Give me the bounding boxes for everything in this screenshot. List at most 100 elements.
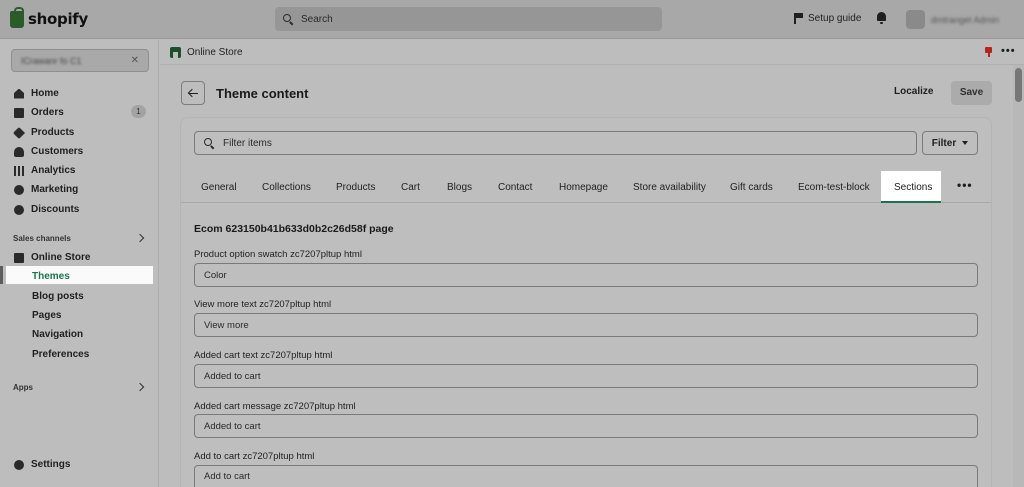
sidebar-item-orders[interactable]: Orders xyxy=(14,107,64,118)
tab-ecom-test-block[interactable]: Ecom-test-block xyxy=(798,182,870,193)
search-icon xyxy=(204,137,215,149)
sidebar-item-label: Analytics xyxy=(31,165,76,176)
field-input[interactable] xyxy=(204,319,964,331)
tab-products[interactable]: Products xyxy=(336,182,375,193)
store-selector[interactable]: ICrawanr fo C1 ✕ xyxy=(11,49,149,72)
sidebar-item-label: Online Store xyxy=(31,252,91,263)
search-icon xyxy=(283,13,294,25)
sidebar-item-analytics[interactable]: Analytics xyxy=(14,165,75,176)
setup-guide-button[interactable]: Setup guide xyxy=(794,13,861,24)
text-field[interactable] xyxy=(194,263,978,287)
sidebar-subitem-themes[interactable]: Themes xyxy=(32,271,70,282)
top-bar: shopify Setup guide dmtranget Admin xyxy=(0,0,1024,39)
tab-blogs[interactable]: Blogs xyxy=(447,182,472,193)
tab-store-availability[interactable]: Store availability xyxy=(633,182,706,193)
field-label: View more text zc7207pltup html xyxy=(194,299,332,310)
field-label: Added cart text zc7207pltup html xyxy=(194,350,333,361)
sidebar-item-label: Products xyxy=(31,127,75,138)
field-label: Add to cart zc7207pltup html xyxy=(194,451,315,462)
pin-icon[interactable] xyxy=(985,47,992,57)
breadcrumb-label[interactable]: Online Store xyxy=(187,47,243,58)
sidebar-item-settings[interactable]: Settings xyxy=(14,459,70,470)
store-name: ICrawanr fo C1 xyxy=(21,55,82,66)
scrollbar-thumb[interactable] xyxy=(1015,68,1022,102)
sidebar-item-home[interactable]: Home xyxy=(14,88,59,99)
filter-items-field[interactable] xyxy=(194,131,917,155)
shopify-bag-icon xyxy=(10,6,24,28)
global-search[interactable] xyxy=(275,7,662,31)
tab-sections[interactable]: Sections xyxy=(894,182,932,193)
save-button[interactable]: Save xyxy=(951,81,992,105)
avatar xyxy=(906,10,925,29)
active-indicator xyxy=(0,266,3,284)
filter-button-label: Filter xyxy=(931,137,957,149)
tab-active-indicator xyxy=(881,201,941,203)
tab-gift-cards[interactable]: Gift cards xyxy=(730,182,773,193)
tab-homepage[interactable]: Homepage xyxy=(559,182,608,193)
sidebar-subitem-blog-posts[interactable]: Blog posts xyxy=(32,291,84,302)
localize-button[interactable]: Localize xyxy=(894,86,933,97)
text-field[interactable] xyxy=(194,414,978,438)
sidebar-subitem-preferences[interactable]: Preferences xyxy=(32,349,89,360)
online-store-icon xyxy=(170,46,181,58)
discount-icon xyxy=(14,204,24,215)
tab-collections[interactable]: Collections xyxy=(262,182,311,193)
tab-general[interactable]: General xyxy=(201,182,237,193)
sidebar-item-customers[interactable]: Customers xyxy=(14,146,83,157)
field-input[interactable] xyxy=(204,370,964,382)
more-tabs-button[interactable]: ••• xyxy=(957,178,973,192)
logo-text: shopify xyxy=(28,10,88,28)
breadcrumb: Online Store xyxy=(160,40,1024,65)
search-input[interactable] xyxy=(301,13,641,25)
scrollbar-track[interactable] xyxy=(1013,65,1024,487)
sidebar-item-label: Home xyxy=(31,88,59,99)
sidebar-item-online-store[interactable]: Online Store xyxy=(14,252,90,263)
apps-heading: Apps xyxy=(13,383,33,392)
text-field[interactable] xyxy=(194,364,978,388)
sidebar-subitem-navigation[interactable]: Navigation xyxy=(32,329,83,340)
filter-button[interactable]: Filter xyxy=(922,131,978,155)
store-icon xyxy=(14,252,24,263)
target-icon xyxy=(14,184,24,195)
sidebar-item-marketing[interactable]: Marketing xyxy=(14,184,78,195)
text-field[interactable] xyxy=(194,313,978,337)
sidebar-subitem-themes-bg xyxy=(6,266,153,284)
text-field[interactable] xyxy=(194,465,978,487)
back-button[interactable] xyxy=(181,81,205,105)
sidebar-item-discounts[interactable]: Discounts xyxy=(14,204,79,215)
sidebar-item-label: Orders xyxy=(31,107,64,118)
shopify-logo[interactable]: shopify xyxy=(10,6,88,28)
gear-icon xyxy=(14,459,24,470)
home-icon xyxy=(14,88,24,99)
orders-count-badge: 1 xyxy=(131,105,146,118)
field-input[interactable] xyxy=(204,269,964,281)
page-title: Theme content xyxy=(216,86,309,101)
sidebar-item-label: Marketing xyxy=(31,184,79,195)
bar-chart-icon xyxy=(14,165,24,176)
section-title: Ecom 623150b41b633d0b2c26d58f page xyxy=(194,223,394,235)
user-name: dmtranget Admin xyxy=(931,14,1000,25)
more-actions-button[interactable]: ••• xyxy=(1001,45,1016,57)
orders-icon xyxy=(14,107,24,118)
tab-contact[interactable]: Contact xyxy=(498,182,532,193)
field-input[interactable] xyxy=(204,420,964,432)
caret-down-icon xyxy=(962,141,969,145)
person-icon xyxy=(14,146,24,157)
sidebar-item-label: Discounts xyxy=(31,204,80,215)
filter-items-input[interactable] xyxy=(223,137,903,149)
field-input[interactable] xyxy=(204,471,964,482)
sidebar-subitem-pages[interactable]: Pages xyxy=(32,310,61,321)
sidebar-item-products[interactable]: Products xyxy=(12,126,75,139)
close-icon[interactable]: ✕ xyxy=(131,55,139,66)
field-label: Product option swatch zc7207pltup html xyxy=(194,249,362,260)
tag-icon xyxy=(12,126,26,139)
tab-cart[interactable]: Cart xyxy=(401,182,420,193)
field-label: Added cart message zc7207pltup html xyxy=(194,401,356,412)
sidebar-item-label: Settings xyxy=(31,459,71,470)
user-menu[interactable]: dmtranget Admin xyxy=(906,10,999,29)
flag-icon xyxy=(794,13,803,24)
setup-guide-label: Setup guide xyxy=(808,13,862,24)
sales-channels-heading: Sales channels xyxy=(13,234,71,243)
bell-icon[interactable] xyxy=(876,12,887,24)
sidebar-item-label: Customers xyxy=(31,146,84,157)
